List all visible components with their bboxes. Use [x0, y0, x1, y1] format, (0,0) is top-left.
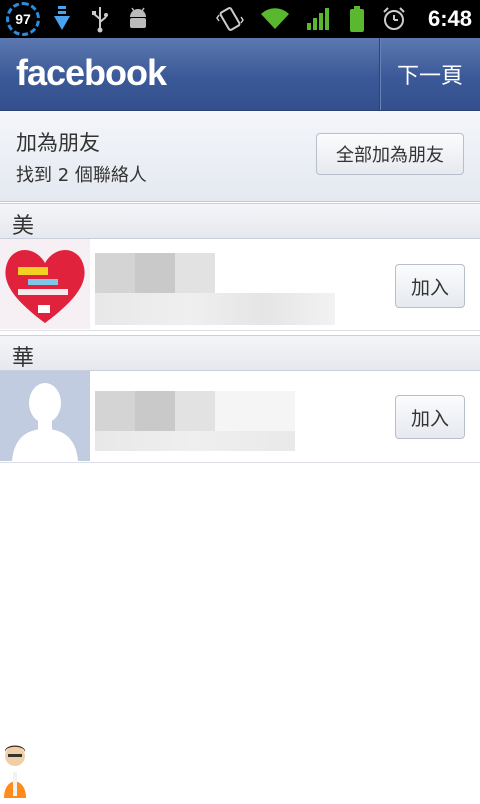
add-all-friends-button[interactable]: 全部加為朋友 — [316, 133, 464, 175]
contact-name-redacted — [95, 253, 135, 293]
contact-avatar — [0, 239, 90, 329]
contact-name-redacted — [175, 391, 215, 431]
clock-time: 6:48 — [427, 6, 472, 31]
battery-percent: 97 — [15, 11, 31, 27]
section-header: 華 — [0, 335, 480, 371]
wifi-icon — [260, 7, 290, 31]
android-debug-icon — [126, 6, 150, 32]
add-contact-button[interactable]: 加入 — [395, 264, 465, 308]
alarm-icon — [382, 6, 406, 32]
section-header-label: 美 — [12, 214, 35, 239]
app-header: facebook 下一頁 — [0, 38, 480, 111]
facebook-logo: facebook — [16, 52, 167, 93]
status-bar: 97 6:48 — [0, 0, 480, 38]
battery-percent-widget: 97 — [6, 2, 40, 36]
vibrate-icon — [216, 5, 244, 33]
signal-icon — [306, 7, 332, 31]
contact-name-redacted — [215, 391, 295, 431]
add-friends-title: 加為朋友 — [16, 131, 100, 155]
contacts-found-count: 找到 2 個聯絡人 — [16, 165, 147, 186]
contact-name-redacted — [175, 253, 215, 293]
section-header-label: 華 — [12, 346, 35, 371]
section-header: 美 — [0, 203, 480, 239]
contact-name-redacted — [135, 391, 175, 431]
contact-detail-redacted — [95, 431, 295, 451]
add-friends-panel: 加為朋友 找到 2 個聯絡人 全部加為朋友 — [0, 111, 480, 202]
contact-detail-redacted — [95, 293, 335, 325]
battery-icon — [348, 5, 366, 33]
contact-row: 加入 — [0, 239, 480, 331]
contact-name-redacted — [95, 391, 135, 431]
default-avatar-icon — [0, 371, 90, 461]
add-contact-button[interactable]: 加入 — [395, 395, 465, 439]
contact-name-redacted — [135, 253, 175, 293]
mascot-watermark-icon — [0, 742, 30, 800]
next-page-button[interactable]: 下一頁 — [379, 38, 480, 110]
usb-icon — [90, 5, 110, 33]
download-icon — [50, 4, 74, 34]
contact-row: 加入 — [0, 371, 480, 463]
